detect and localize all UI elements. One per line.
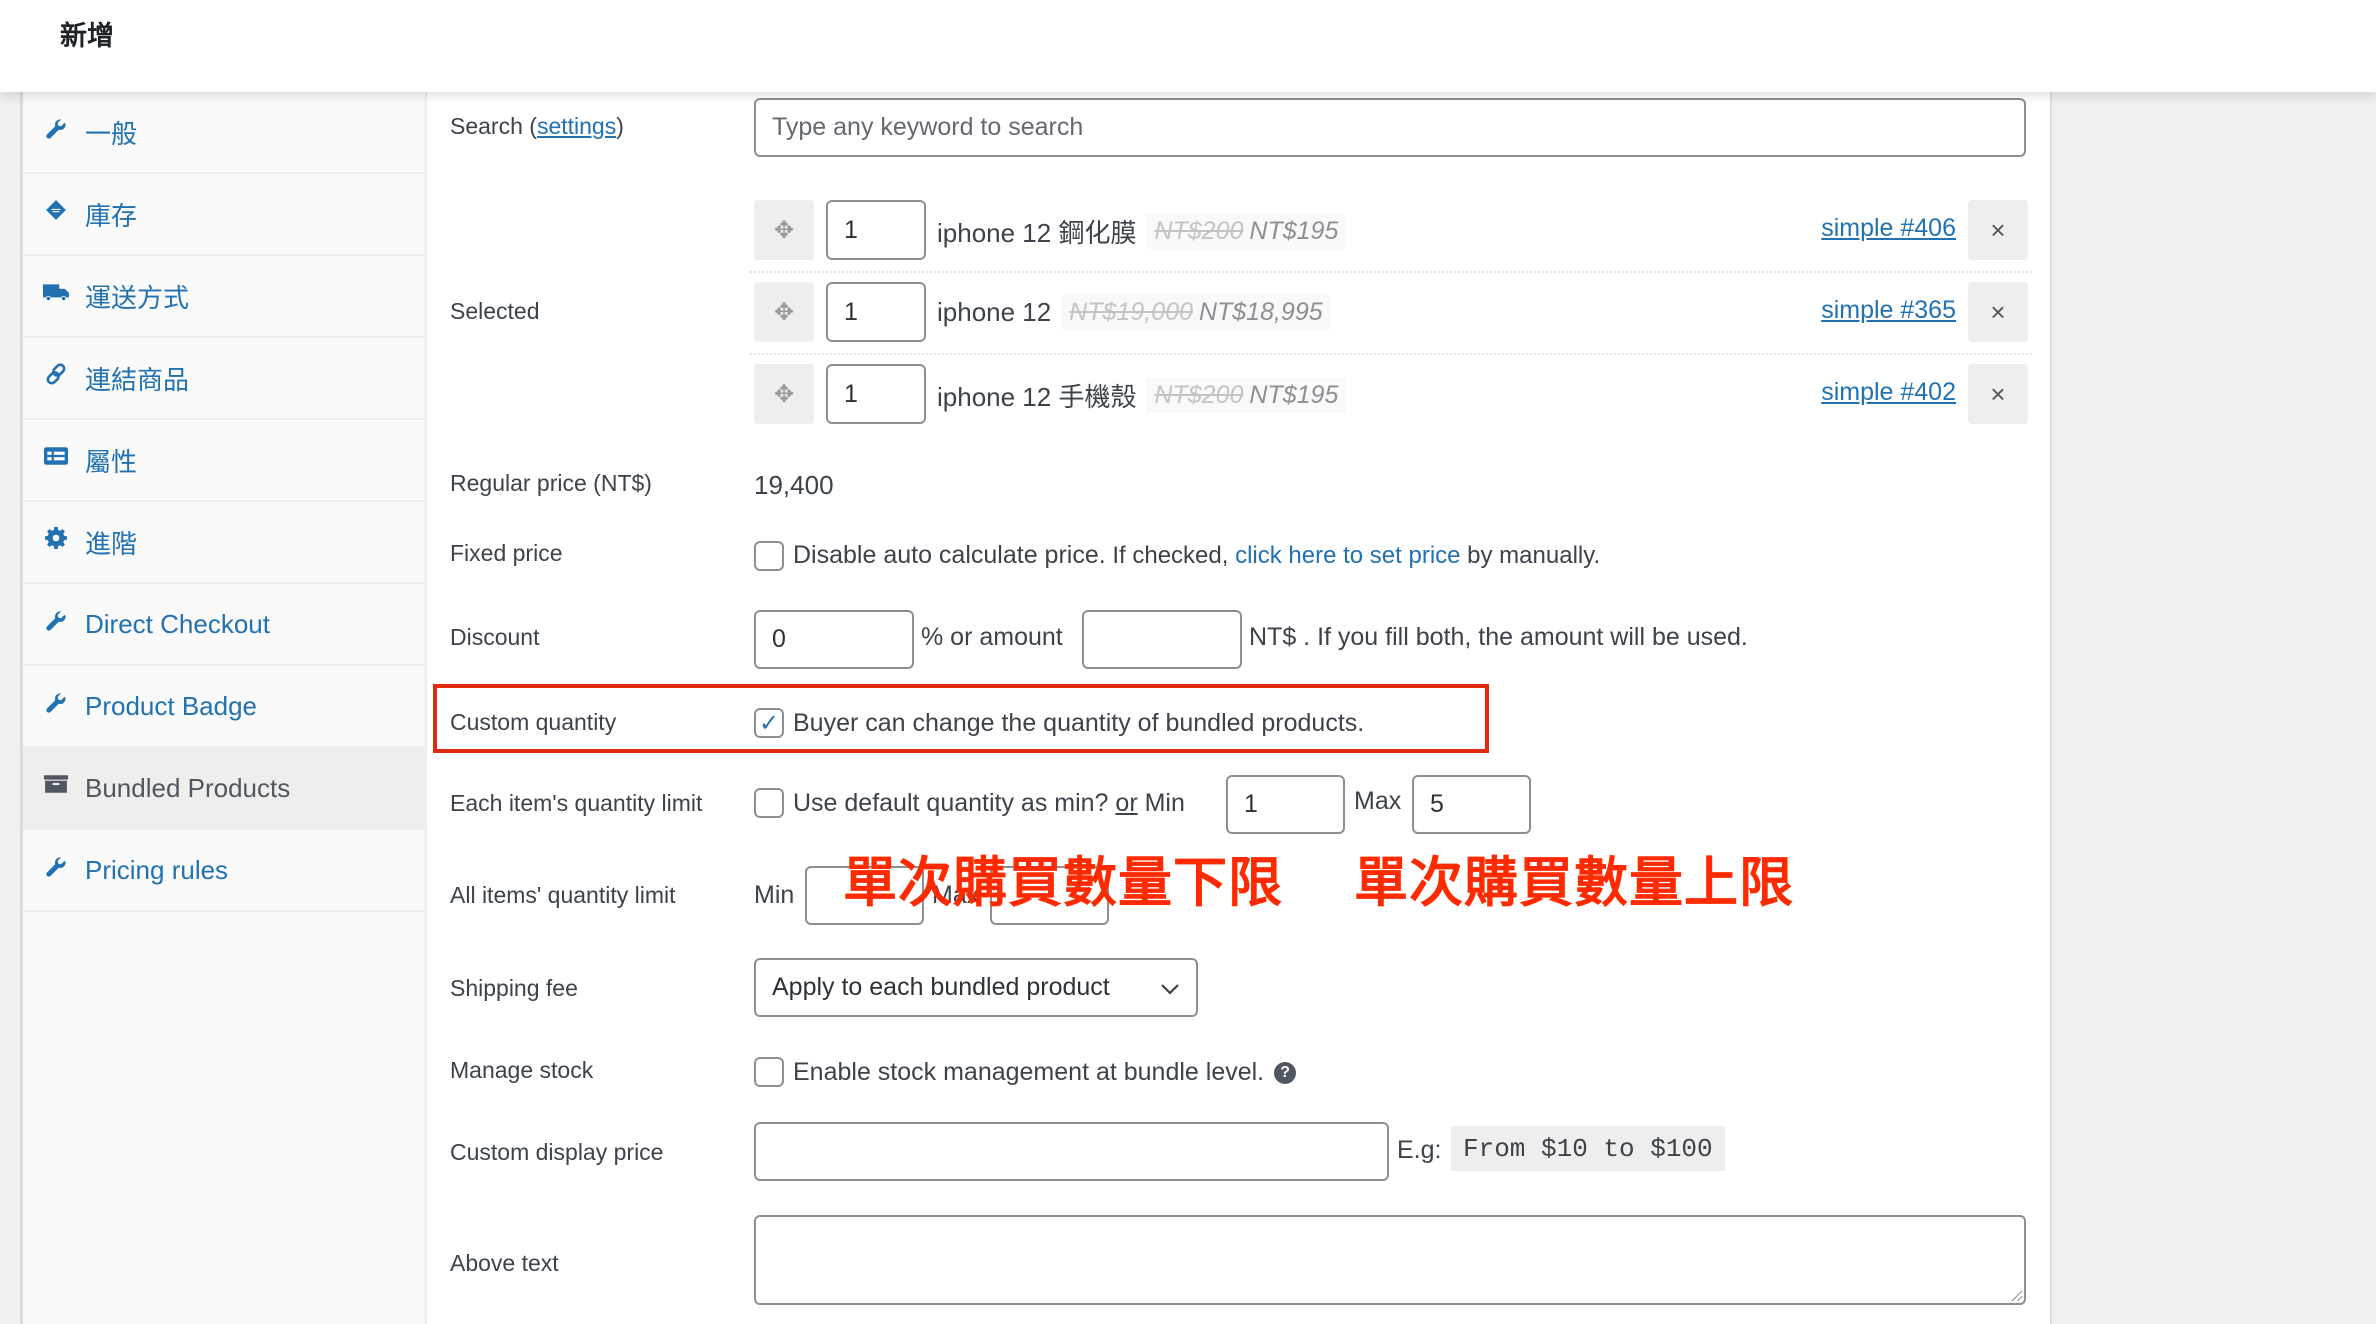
tab-pricing-rules[interactable]: Pricing rules — [23, 830, 425, 912]
each-item-max-input[interactable]: 5 — [1412, 775, 1531, 834]
wrench-icon — [43, 115, 69, 141]
tab-direct-checkout[interactable]: Direct Checkout — [23, 584, 425, 666]
min-label: Min — [1144, 789, 1185, 817]
custom-quantity-label: Custom quantity — [450, 709, 617, 735]
remove-product-button[interactable]: × — [1968, 282, 2028, 342]
regular-price-label: Regular price (NT$) — [450, 470, 652, 496]
manage-stock-checkbox[interactable] — [754, 1057, 784, 1087]
custom-quantity-text: Buyer can change the quantity of bundled… — [793, 709, 1365, 737]
list-icon — [43, 443, 69, 469]
each-item-min-input[interactable]: 1 — [1226, 775, 1345, 834]
shipping-fee-select[interactable]: Apply to each bundled product — [754, 958, 1198, 1017]
product-name: iphone 12 鋼化膜 — [937, 218, 1137, 248]
tab-label: 連結商品 — [85, 364, 190, 395]
all-min-label: Min — [754, 881, 795, 909]
drag-handle-icon[interactable]: ✥ — [754, 364, 814, 424]
or-text: or — [1115, 789, 1138, 817]
discount-mid-text: % or amount — [921, 623, 1063, 651]
tab-label: 運送方式 — [85, 282, 190, 313]
above-text-label: Above text — [450, 1250, 559, 1276]
drag-handle-icon[interactable]: ✥ — [754, 200, 814, 260]
custom-quantity-checkbox[interactable]: ✓ — [754, 708, 784, 738]
wrench-icon — [43, 689, 69, 715]
tab-label: 進階 — [85, 528, 138, 559]
tab-general[interactable]: 一般 — [23, 92, 425, 174]
product-price: NT$200 NT$195 — [1146, 214, 1347, 249]
tag-icon — [43, 197, 69, 223]
remove-product-button[interactable]: × — [1968, 364, 2028, 424]
tab-product-badge[interactable]: Product Badge — [23, 666, 425, 748]
product-link[interactable]: simple #406 — [1821, 214, 1956, 243]
help-icon[interactable]: ? — [1274, 1062, 1297, 1085]
product-link[interactable]: simple #365 — [1821, 296, 1956, 325]
row-divider — [750, 271, 2032, 273]
wrench-icon — [43, 853, 69, 879]
manage-stock-text: Enable stock management at bundle level. — [793, 1058, 1265, 1086]
page-header: 新增 — [0, 0, 2376, 92]
discount-label: Discount — [450, 624, 540, 650]
custom-display-price-label: Custom display price — [450, 1139, 664, 1165]
product-link[interactable]: simple #402 — [1821, 378, 1956, 407]
product-price: NT$200 NT$195 — [1146, 378, 1347, 413]
search-label: Search (settings) — [450, 113, 624, 139]
fixed-price-checkbox[interactable] — [754, 541, 784, 571]
drag-handle-icon[interactable]: ✥ — [754, 282, 814, 342]
default-qty-text: Use default quantity as min? — [793, 789, 1109, 817]
fixed-price-text: Disable auto calculate price. — [793, 541, 1106, 569]
archive-box-icon — [43, 771, 69, 797]
tab-linked-products[interactable]: 連結商品 — [23, 338, 425, 420]
tab-label: Pricing rules — [85, 854, 229, 885]
fixed-price-label: Fixed price — [450, 540, 563, 566]
tab-label: 屬性 — [85, 446, 138, 477]
discount-percent-input[interactable]: 0 — [754, 610, 914, 669]
tab-inventory[interactable]: 庫存 — [23, 174, 425, 256]
max-annotation: 單次購買數量上限 — [1354, 853, 1794, 913]
all-items-limit-label: All items' quantity limit — [450, 882, 676, 908]
page-title: 新增 — [60, 21, 114, 51]
tab-bundled-products[interactable]: Bundled Products — [23, 748, 425, 830]
custom-display-price-input[interactable] — [754, 1122, 1389, 1181]
remove-product-button[interactable]: × — [1968, 200, 2028, 260]
search-input[interactable]: Type any keyword to search — [754, 98, 2026, 157]
example-code: From $10 to $100 — [1451, 1126, 1725, 1171]
each-item-limit-label: Each item's quantity limit — [450, 790, 703, 816]
selected-label: Selected — [450, 298, 540, 324]
shipping-fee-label: Shipping fee — [450, 975, 578, 1001]
link-icon — [43, 361, 69, 387]
product-name: iphone 12 — [937, 297, 1052, 327]
product-price: NT$19,000 NT$18,995 — [1061, 295, 1331, 330]
tab-label: Direct Checkout — [85, 608, 270, 639]
tab-label: Bundled Products — [85, 772, 291, 803]
truck-icon — [43, 279, 69, 305]
above-text-textarea[interactable] — [754, 1215, 2026, 1305]
chevron-down-icon — [1160, 973, 1180, 1002]
tab-label: 一般 — [85, 118, 138, 149]
product-qty-input[interactable]: 1 — [826, 200, 926, 260]
tab-shipping[interactable]: 運送方式 — [23, 256, 425, 338]
settings-link[interactable]: settings — [537, 113, 616, 139]
tab-advanced[interactable]: 進階 — [23, 502, 425, 584]
tab-label: 庫存 — [85, 200, 138, 231]
tab-attributes[interactable]: 屬性 — [23, 420, 425, 502]
checkmark-icon: ✓ — [758, 709, 780, 737]
product-qty-input[interactable]: 1 — [826, 364, 926, 424]
discount-amount-input[interactable] — [1082, 610, 1242, 669]
resize-handle-icon[interactable] — [2010, 1289, 2022, 1301]
shipping-fee-value: Apply to each bundled product — [772, 973, 1110, 1001]
product-qty-input[interactable]: 1 — [826, 282, 926, 342]
default-qty-min-checkbox[interactable] — [754, 788, 784, 818]
regular-price-value: 19,400 — [754, 470, 834, 500]
eg-label: E.g: — [1397, 1136, 1442, 1164]
product-data-tabs: 一般 庫存 運送方式 連結商品 屬性 進階 Direct Checkout Pr… — [23, 92, 427, 1324]
set-price-link[interactable]: click here to set price — [1235, 542, 1460, 569]
max-label: Max — [1354, 787, 1402, 815]
manage-stock-label: Manage stock — [450, 1057, 594, 1083]
row-divider — [750, 353, 2032, 355]
discount-end-text: NT$ . If you fill both, the amount will … — [1249, 623, 1748, 651]
gear-icon — [43, 525, 69, 551]
min-annotation: 單次購買數量下限 — [843, 853, 1283, 913]
product-name: iphone 12 手機殼 — [937, 382, 1137, 412]
tab-label: Product Badge — [85, 690, 258, 721]
wrench-icon — [43, 607, 69, 633]
